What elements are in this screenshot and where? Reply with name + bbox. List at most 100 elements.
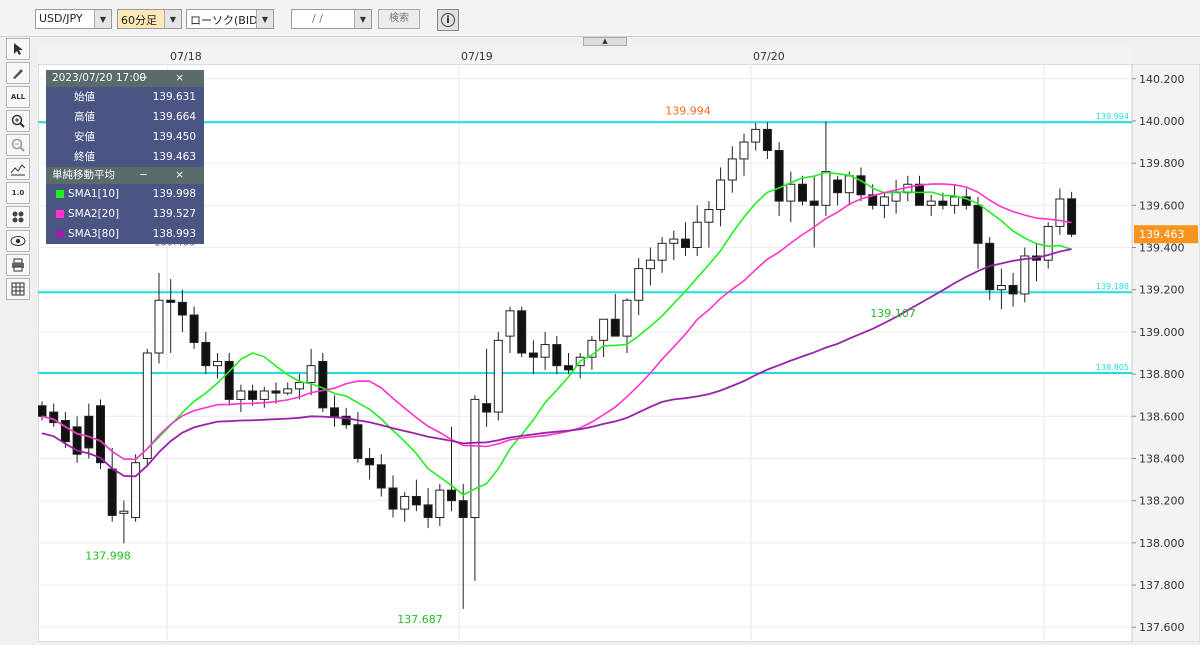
all-eraser-icon[interactable]: ALL [6,86,30,108]
candle-body [938,200,948,206]
candle-body [37,405,47,417]
sma-value: 138.993 [152,228,196,240]
candle-body [552,344,562,367]
y-tick-label: 138.400 [1139,452,1185,465]
timeframe-select[interactable]: 60分足 ▼ [117,9,182,29]
sma-label: SMA1[10] [68,188,120,200]
panel-controls[interactable]: − × [139,167,196,184]
candle-body [1055,198,1065,227]
candle-body [189,314,199,343]
candle-body [692,221,702,249]
ohlc-info-panel: 2023/07/20 17:00 − × 始値 139.631 高値 139.664… [46,70,204,244]
candle-body [751,128,761,143]
date-label: 07/18 [170,50,202,63]
line-label: 139.994 [1096,112,1129,121]
zoom-out-icon[interactable] [6,134,30,156]
y-tick-label: 139.000 [1139,326,1185,339]
eye-icon[interactable] [6,230,30,252]
candle-body [528,352,538,358]
candle-body [353,424,363,459]
info-button[interactable]: i [437,9,459,31]
date-input[interactable]: / / ▼ [291,9,372,29]
ohlc-label: 安値 [74,131,95,143]
price-annotation: 137.998 [85,550,131,563]
candle-body [1008,284,1018,295]
candle-body [388,487,398,510]
candle-body [727,158,737,181]
cursor-icon[interactable] [6,38,30,60]
candle-body [306,365,316,384]
zoom-in-icon[interactable] [6,110,30,132]
chevron-down-icon[interactable]: ▼ [94,10,111,28]
y-tick-label: 137.800 [1139,579,1185,592]
candle-body [622,299,632,337]
chart-type-value: ローソク(BID) [190,14,262,27]
sma-value: 139.998 [152,188,196,200]
table-icon[interactable] [6,278,30,300]
indicator-icon[interactable] [6,158,30,180]
y-tick-label: 138.000 [1139,537,1185,550]
candle-body [681,238,690,249]
chevron-down-icon[interactable]: ▼ [164,10,181,28]
legend-swatch [56,190,64,198]
candle-body [645,259,655,270]
candle-body [809,200,819,206]
candle-body [1020,255,1030,295]
info-datetime: 2023/07/20 17:00 [52,72,147,84]
ohlc-value: 139.664 [152,111,196,123]
candle-body [844,175,854,194]
value-display-icon[interactable]: 1.0 [6,182,30,204]
candle-body [891,192,901,202]
ohlc-label: 終値 [74,151,95,163]
candle-body [821,171,831,206]
candle-body [774,149,784,202]
price-annotation: 139.107 [870,307,916,320]
candle-body [201,341,211,367]
chevron-down-icon[interactable]: ▼ [256,10,273,28]
candle-body [365,457,375,466]
price-axis [1131,63,1200,643]
chart-type-select[interactable]: ローソク(BID) ▼ [186,9,274,29]
candle-body [411,495,421,506]
date-input-value: / / [312,12,323,25]
candle-body [142,352,152,459]
candle-body [400,495,410,510]
candle-body [84,415,94,449]
symbol-select[interactable]: USD/JPY ▼ [35,9,112,29]
ohlc-value: 139.631 [152,91,196,103]
candle-body [973,204,983,244]
candle-body [318,360,328,409]
ohlc-value: 139.463 [152,151,196,163]
candle-body [166,299,176,303]
style-icon[interactable] [6,206,30,228]
candle-body [423,504,433,519]
print-icon[interactable] [6,254,30,276]
date-label: 07/20 [753,50,785,63]
candle-body [60,420,70,443]
candle-body [926,200,936,206]
candle-body [271,390,281,394]
search-button[interactable]: 検索 [378,9,420,29]
chevron-down-icon[interactable]: ▼ [354,10,371,28]
drawing-toolbar: ALL 1.0 [6,38,32,302]
candle-body [610,318,620,337]
date-axis: 07/18 07/19 07/20 [38,47,1132,65]
candle-body [259,390,269,400]
candle-body [762,128,772,151]
candle-body [798,183,807,202]
candle-body [283,388,293,394]
candle-body [634,268,644,301]
legend-swatch [56,210,64,218]
y-tick-label: 139.800 [1139,157,1185,170]
candle-body [294,382,304,390]
price-chart[interactable]: 140.200 140.000 139.800 139.600 139.400 139.2… [37,63,1200,643]
line-label: 139.188 [1096,282,1129,291]
panel-controls[interactable]: − × [139,70,196,87]
candle-body [540,344,550,358]
y-tick-label: 139.400 [1139,242,1185,255]
candle-body [879,196,889,206]
sma-value: 139.527 [152,208,196,220]
collapse-handle[interactable]: ▲ [583,37,627,46]
symbol-value: USD/JPY [39,12,83,25]
pen-icon[interactable] [6,62,30,84]
